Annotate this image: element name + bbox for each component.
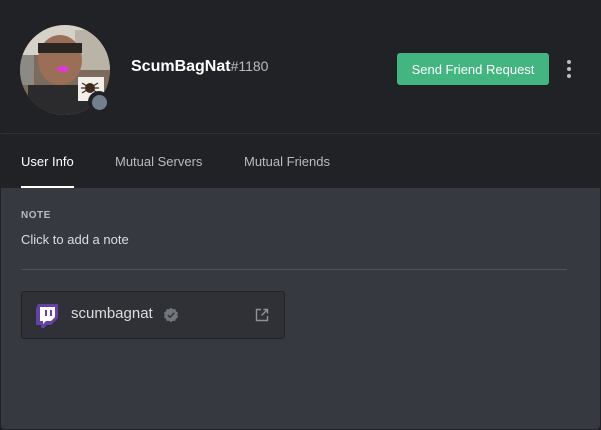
discriminator: #1180: [230, 58, 269, 74]
tab-mutual-friends[interactable]: Mutual Friends: [244, 134, 330, 188]
name-tag[interactable]: ScumBagNat #1180: [131, 58, 268, 80]
section-divider: [21, 269, 567, 270]
user-profile-modal: ScumBagNat #1180 Send Friend Request Use…: [1, 1, 600, 429]
note-input[interactable]: Click to add a note: [21, 232, 129, 247]
user-info-panel: NOTE Click to add a note scumbagnat: [1, 188, 600, 429]
username: ScumBagNat: [131, 58, 231, 75]
send-friend-request-button[interactable]: Send Friend Request: [397, 53, 549, 85]
more-dot: [567, 60, 571, 64]
connection-name: scumbagnat: [71, 305, 153, 322]
verified-icon: [164, 307, 178, 323]
profile-header-top: ScumBagNat #1180 Send Friend Request: [1, 1, 600, 133]
profile-tab-bar: User Info Mutual Servers Mutual Friends: [1, 134, 600, 188]
more-dot: [567, 67, 571, 71]
connection-item-twitch: scumbagnat: [21, 291, 285, 339]
external-link-icon[interactable]: [254, 307, 270, 323]
note-label: NOTE: [21, 210, 51, 221]
profile-header: ScumBagNat #1180 Send Friend Request Use…: [1, 1, 600, 188]
tab-user-info[interactable]: User Info: [21, 134, 74, 188]
more-vertical-icon[interactable]: [562, 56, 576, 82]
tab-mutual-servers[interactable]: Mutual Servers: [115, 134, 202, 188]
more-dot: [567, 74, 571, 78]
twitch-icon: [36, 304, 58, 328]
status-offline-dot: [91, 94, 107, 110]
avatar-container: [20, 25, 110, 115]
status-indicator: [88, 91, 110, 113]
